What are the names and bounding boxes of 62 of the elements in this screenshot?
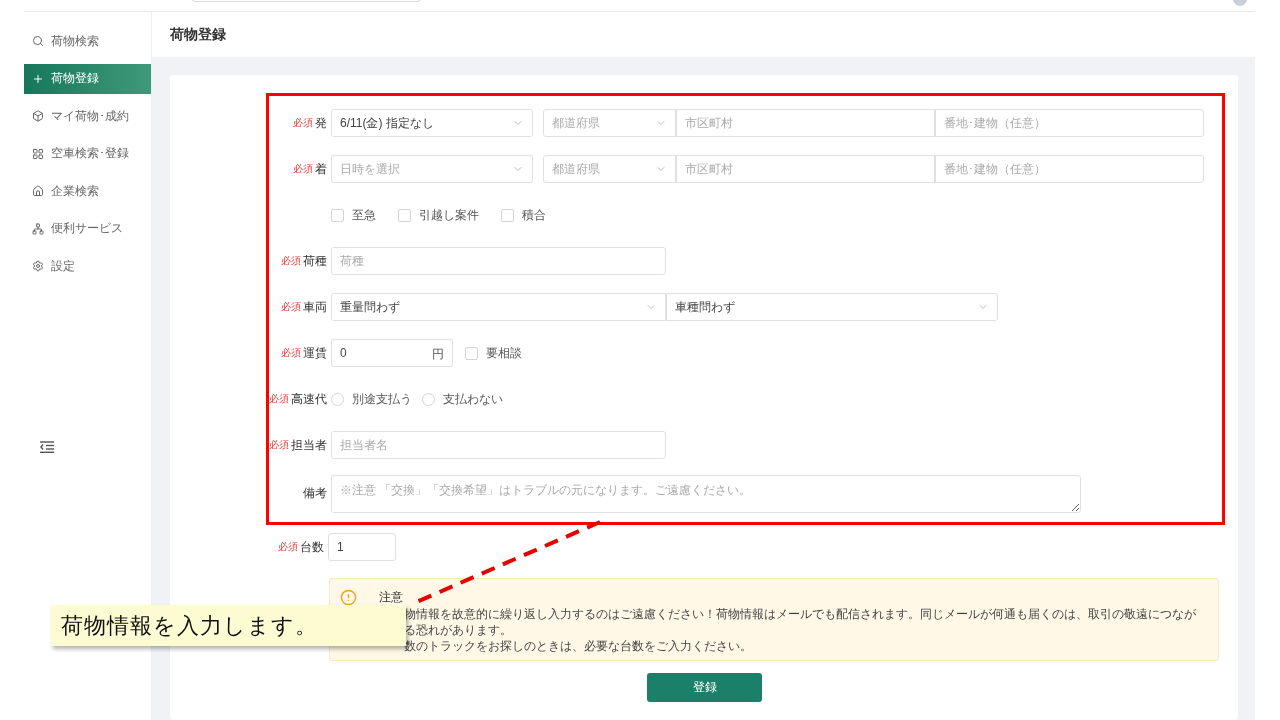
required-label: 必須 [281, 254, 301, 268]
search-icon [32, 35, 44, 47]
field-label: 備考 [303, 485, 327, 502]
sidebar-label: 便利サービス [51, 220, 123, 237]
sidebar-label: 設定 [51, 257, 75, 275]
sidebar-label: 荷物登録 [51, 70, 99, 87]
plus-icon [32, 72, 44, 85]
sidebar-label: マイ荷物･成約 [51, 107, 129, 125]
alert-icon [340, 589, 357, 606]
required-label: 必須 [281, 346, 301, 360]
field-label: 発 [315, 114, 327, 132]
collapse-menu-icon[interactable] [40, 441, 54, 453]
input-field[interactable]: 1 [328, 533, 396, 561]
input-field[interactable]: 荷種 [331, 247, 666, 275]
required-label: 必須 [281, 300, 301, 314]
sidebar-label: 空車検索･登録 [51, 145, 129, 162]
field-label: 担当者 [291, 436, 327, 454]
field-label: 高速代 [291, 390, 327, 408]
network-icon [32, 222, 44, 235]
checkbox-option[interactable]: 至急 [331, 206, 376, 224]
field-label: 着 [315, 160, 327, 178]
register-button[interactable]: 登録 [647, 673, 762, 702]
input-field[interactable]: 番地･建物（任意） [935, 109, 1204, 137]
grid-icon [32, 147, 44, 160]
cube-icon [32, 110, 44, 122]
input-field[interactable]: 番地･建物（任意） [935, 155, 1204, 183]
required-label: 必須 [269, 438, 289, 452]
sidebar-item[interactable]: 荷物登録 [24, 63, 151, 94]
required-label: 必須 [278, 540, 298, 554]
page-title: 荷物登録 [170, 25, 226, 44]
required-label: 必須 [293, 162, 313, 176]
field-label: 運賃 [303, 344, 327, 362]
required-label: 必須 [269, 392, 289, 406]
checkbox-option[interactable]: 要相談 [465, 344, 522, 362]
sidebar-item[interactable]: 荷物検索 [24, 26, 151, 56]
input-field[interactable]: 市区町村 [676, 109, 935, 137]
sidebar-label: 荷物検索 [51, 32, 99, 50]
select-field[interactable]: 車種問わず [666, 293, 998, 321]
radio-option[interactable]: 別途支払う [331, 390, 412, 408]
sidebar-item[interactable]: 便利サービス [24, 213, 151, 244]
remarks-field[interactable]: ※注意 「交換」「交換希望」はトラブルの元になります。ご遠慮ください。 [331, 475, 1081, 513]
select-field[interactable]: 重量問わず [331, 293, 666, 321]
checkbox-option[interactable]: 引越し案件 [398, 206, 479, 224]
callout-note: 荷物情報を入力します。 [51, 605, 406, 646]
field-label: 車両 [303, 298, 327, 316]
settings-icon [32, 260, 44, 272]
sidebar-item[interactable]: 空車検索･登録 [24, 138, 151, 169]
input-field[interactable]: 市区町村 [676, 155, 935, 183]
sidebar-item[interactable]: マイ荷物･成約 [24, 101, 151, 131]
field-label: 荷種 [303, 252, 327, 270]
field-label: 台数 [300, 538, 324, 556]
select-field[interactable]: 6/11(金) 指定なし [331, 109, 533, 137]
sidebar-item[interactable]: 企業検索 [24, 176, 151, 206]
required-label: 必須 [293, 116, 313, 130]
input-field[interactable]: 担当者名 [331, 431, 666, 459]
sidebar-label: 企業検索 [51, 182, 99, 200]
notice-title: 注意 [379, 589, 403, 606]
sidebar-item[interactable]: 設定 [24, 251, 151, 281]
unit-label: 円 [432, 346, 444, 363]
home-icon [32, 185, 44, 197]
radio-option[interactable]: 支払わない [422, 390, 503, 408]
checkbox-option[interactable]: 積合 [501, 206, 546, 224]
